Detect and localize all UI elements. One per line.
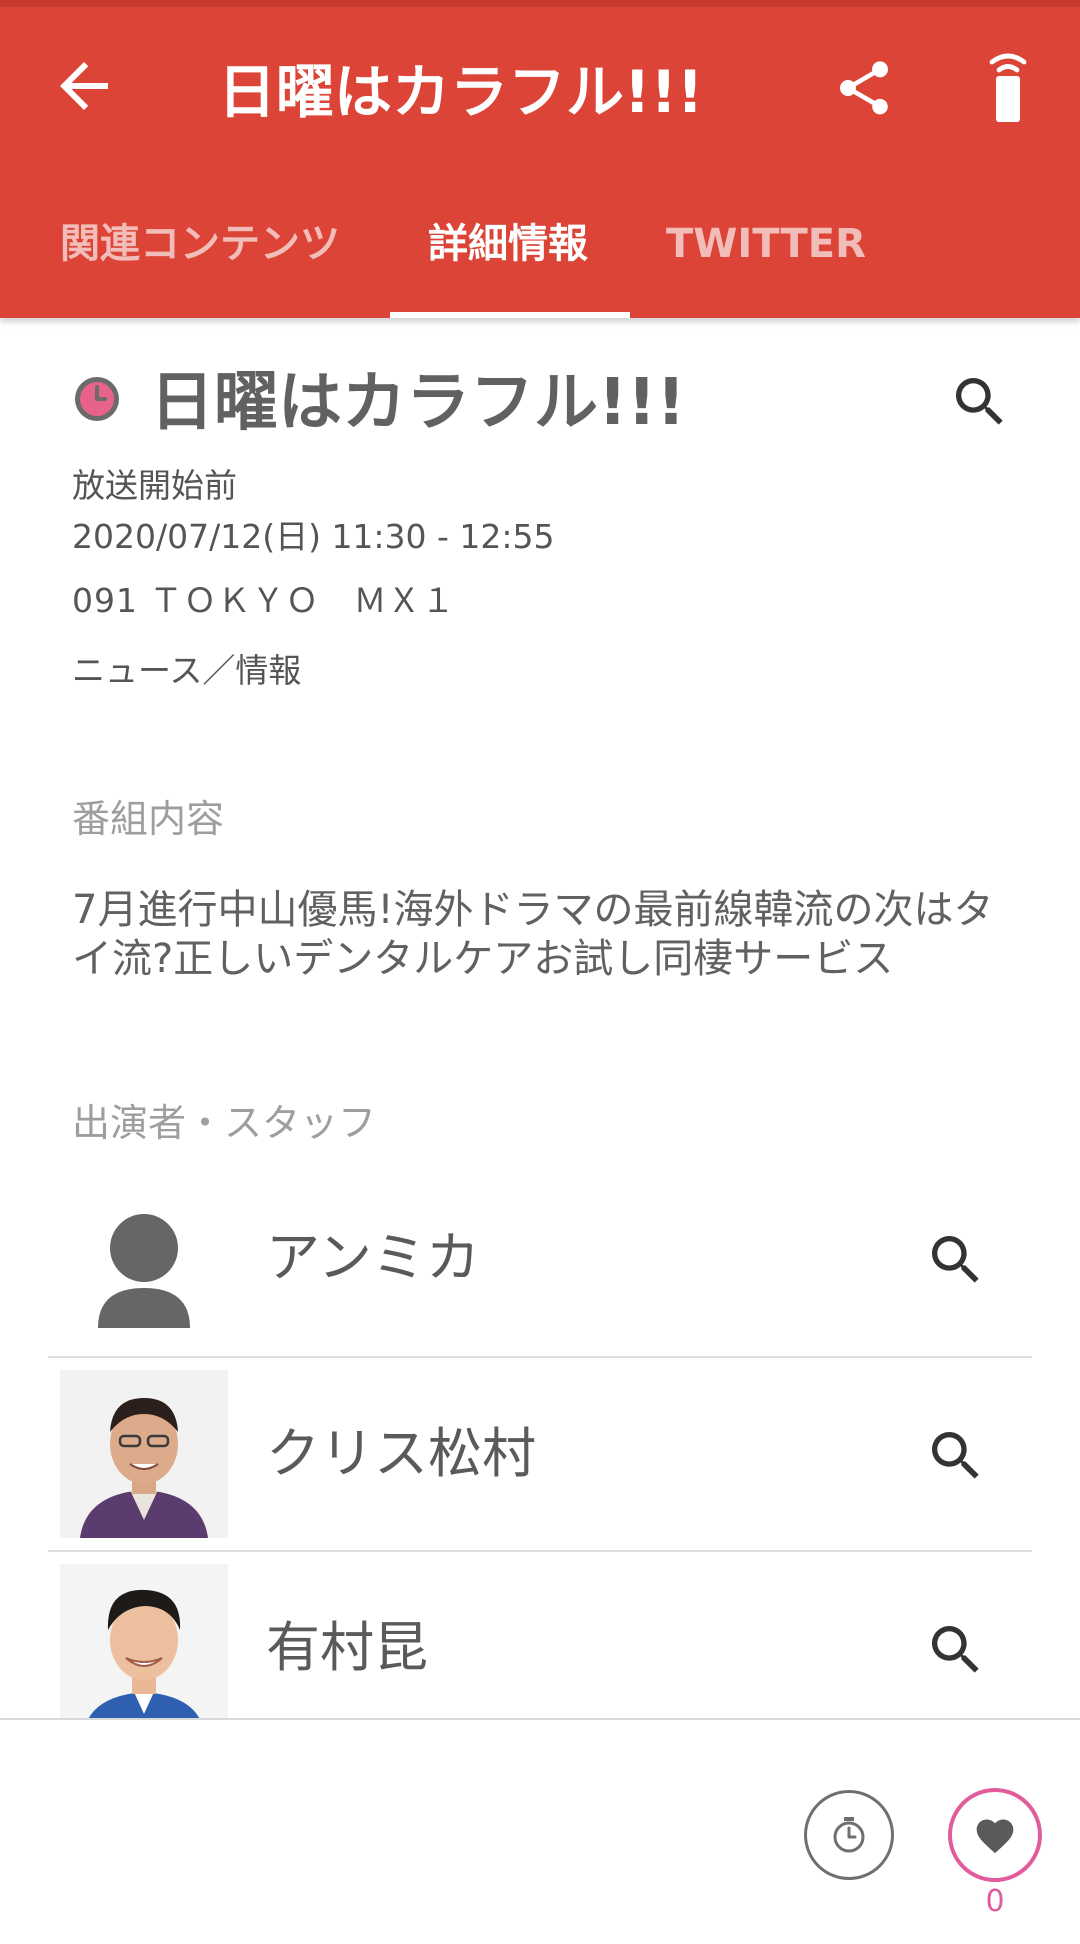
cast-photo xyxy=(60,1564,228,1720)
program-search-button[interactable] xyxy=(948,370,1012,434)
cast-row[interactable]: アンミカ xyxy=(48,1176,1032,1356)
share-button[interactable] xyxy=(832,56,896,120)
broadcast-datetime: 2020/07/12(日) 11:30 - 12:55 xyxy=(72,517,555,556)
channel-name: 091 ＴＯＫＹＯ ＭＸ１ xyxy=(72,581,456,620)
tab-related-content[interactable]: 関連コンテンツ xyxy=(60,210,340,278)
tab-details[interactable]: 詳細情報 xyxy=(428,210,588,278)
search-icon xyxy=(932,1432,979,1479)
tab-twitter[interactable]: TWITTER xyxy=(666,210,866,278)
avatar-placeholder-icon xyxy=(98,1214,190,1328)
arrow-back-icon xyxy=(60,62,108,110)
app-bar: 日曜はカラフル!!! 関連コンテンツ 詳細情報 TWITTER xyxy=(0,0,1080,318)
content-description: 7月進行中山優馬!海外ドラマの最前線韓流の次はタイ流?正しいデンタルケアお試し同… xyxy=(72,887,994,982)
status-strip xyxy=(0,0,1080,7)
favorite-button[interactable] xyxy=(948,1788,1042,1882)
clock-icon xyxy=(75,377,119,421)
cast-search-button[interactable] xyxy=(924,1228,988,1292)
back-button[interactable] xyxy=(48,50,120,122)
app-title: 日曜はカラフル!!! xyxy=(218,58,704,126)
search-icon xyxy=(932,1626,979,1673)
program-title: 日曜はカラフル!!! xyxy=(150,366,686,440)
cast-name: クリス松村 xyxy=(266,1422,536,1485)
heart-icon xyxy=(976,1819,1014,1854)
search-icon xyxy=(956,378,1003,425)
cast-row[interactable]: 有村昆 xyxy=(48,1550,1032,1720)
share-icon xyxy=(840,61,888,115)
cast-photo xyxy=(60,1370,228,1538)
cast-section-heading: 出演者・スタッフ xyxy=(72,1101,377,1145)
broadcast-status: 放送開始前 xyxy=(72,466,237,505)
cast-row[interactable]: クリス松村 xyxy=(48,1356,1032,1538)
cast-search-button[interactable] xyxy=(924,1424,988,1488)
genre-label: ニュース／情報 xyxy=(72,651,302,690)
timer-button[interactable] xyxy=(804,1790,894,1880)
favorite-count: 0 xyxy=(985,1884,1005,1919)
content-section-heading: 番組内容 xyxy=(72,797,225,841)
cast-search-button[interactable] xyxy=(924,1618,988,1682)
remote-control-icon xyxy=(989,53,1027,122)
remote-button[interactable] xyxy=(980,52,1036,124)
timer-icon xyxy=(833,1817,865,1853)
bottom-action-bar: 0 xyxy=(0,1718,1080,1944)
cast-name: アンミカ xyxy=(266,1226,480,1289)
search-icon xyxy=(932,1236,979,1283)
cast-name: 有村昆 xyxy=(266,1616,428,1679)
tab-indicator xyxy=(390,312,630,318)
